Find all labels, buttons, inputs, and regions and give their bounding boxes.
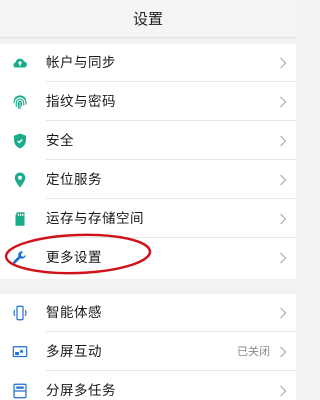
settings-group-secondary: 智能体感 多屏互动 已关闭 分屏多任务 xyxy=(0,294,296,400)
settings-item-label: 帐户与同步 xyxy=(46,55,116,71)
chevron-right-icon xyxy=(280,174,287,186)
fingerprint-icon xyxy=(13,95,27,110)
settings-item-security[interactable]: 安全 xyxy=(0,122,296,160)
phone-motion-icon xyxy=(13,305,27,321)
settings-group-primary: 帐户与同步 指纹与密码 安全 定位服务 运存与存储空间 更多设置 xyxy=(0,44,296,279)
wrench-icon xyxy=(13,251,26,264)
settings-item-label: 智能体感 xyxy=(46,305,102,321)
page-title: 设置 xyxy=(0,0,296,38)
shield-icon xyxy=(14,133,26,149)
cloud-sync-icon xyxy=(13,58,27,68)
settings-item-location[interactable]: 定位服务 xyxy=(0,161,296,199)
chevron-right-icon xyxy=(280,135,287,147)
settings-screen: 设置 帐户与同步 指纹与密码 安全 定位服务 运存与存储空间 更多设置 智能体感… xyxy=(0,0,296,400)
settings-item-label: 定位服务 xyxy=(46,172,102,188)
settings-item-label: 分屏多任务 xyxy=(46,383,116,399)
settings-item-split-screen[interactable]: 分屏多任务 xyxy=(0,372,296,400)
divider xyxy=(46,237,296,238)
settings-item-storage[interactable]: 运存与存储空间 xyxy=(0,200,296,238)
settings-item-smart-motion[interactable]: 智能体感 xyxy=(0,294,296,332)
chevron-right-icon xyxy=(280,213,287,225)
settings-item-label: 指纹与密码 xyxy=(46,94,116,110)
location-pin-icon xyxy=(14,172,26,188)
settings-item-label: 运存与存储空间 xyxy=(46,211,144,227)
split-screen-icon xyxy=(13,383,27,399)
divider xyxy=(46,370,296,371)
screen-cast-icon xyxy=(12,346,28,358)
sd-card-icon xyxy=(15,212,25,226)
divider xyxy=(46,159,296,160)
chevron-right-icon xyxy=(280,57,287,69)
divider xyxy=(46,198,296,199)
status-text: 已关闭 xyxy=(237,345,270,358)
settings-item-label: 多屏互动 xyxy=(46,344,102,360)
chevron-right-icon xyxy=(280,385,287,397)
chevron-right-icon xyxy=(280,96,287,108)
settings-item-label: 安全 xyxy=(46,133,74,149)
chevron-right-icon xyxy=(280,346,287,358)
settings-item-label: 更多设置 xyxy=(46,250,102,266)
settings-item-multi-screen[interactable]: 多屏互动 已关闭 xyxy=(0,333,296,371)
settings-item-account-sync[interactable]: 帐户与同步 xyxy=(0,44,296,82)
settings-item-more-settings[interactable]: 更多设置 xyxy=(0,239,296,277)
divider xyxy=(46,331,296,332)
chevron-right-icon xyxy=(280,307,287,319)
divider xyxy=(46,81,296,82)
chevron-right-icon xyxy=(280,252,287,264)
page-title-text: 设置 xyxy=(132,10,163,28)
divider xyxy=(46,120,296,121)
settings-item-fingerprint-password[interactable]: 指纹与密码 xyxy=(0,83,296,121)
